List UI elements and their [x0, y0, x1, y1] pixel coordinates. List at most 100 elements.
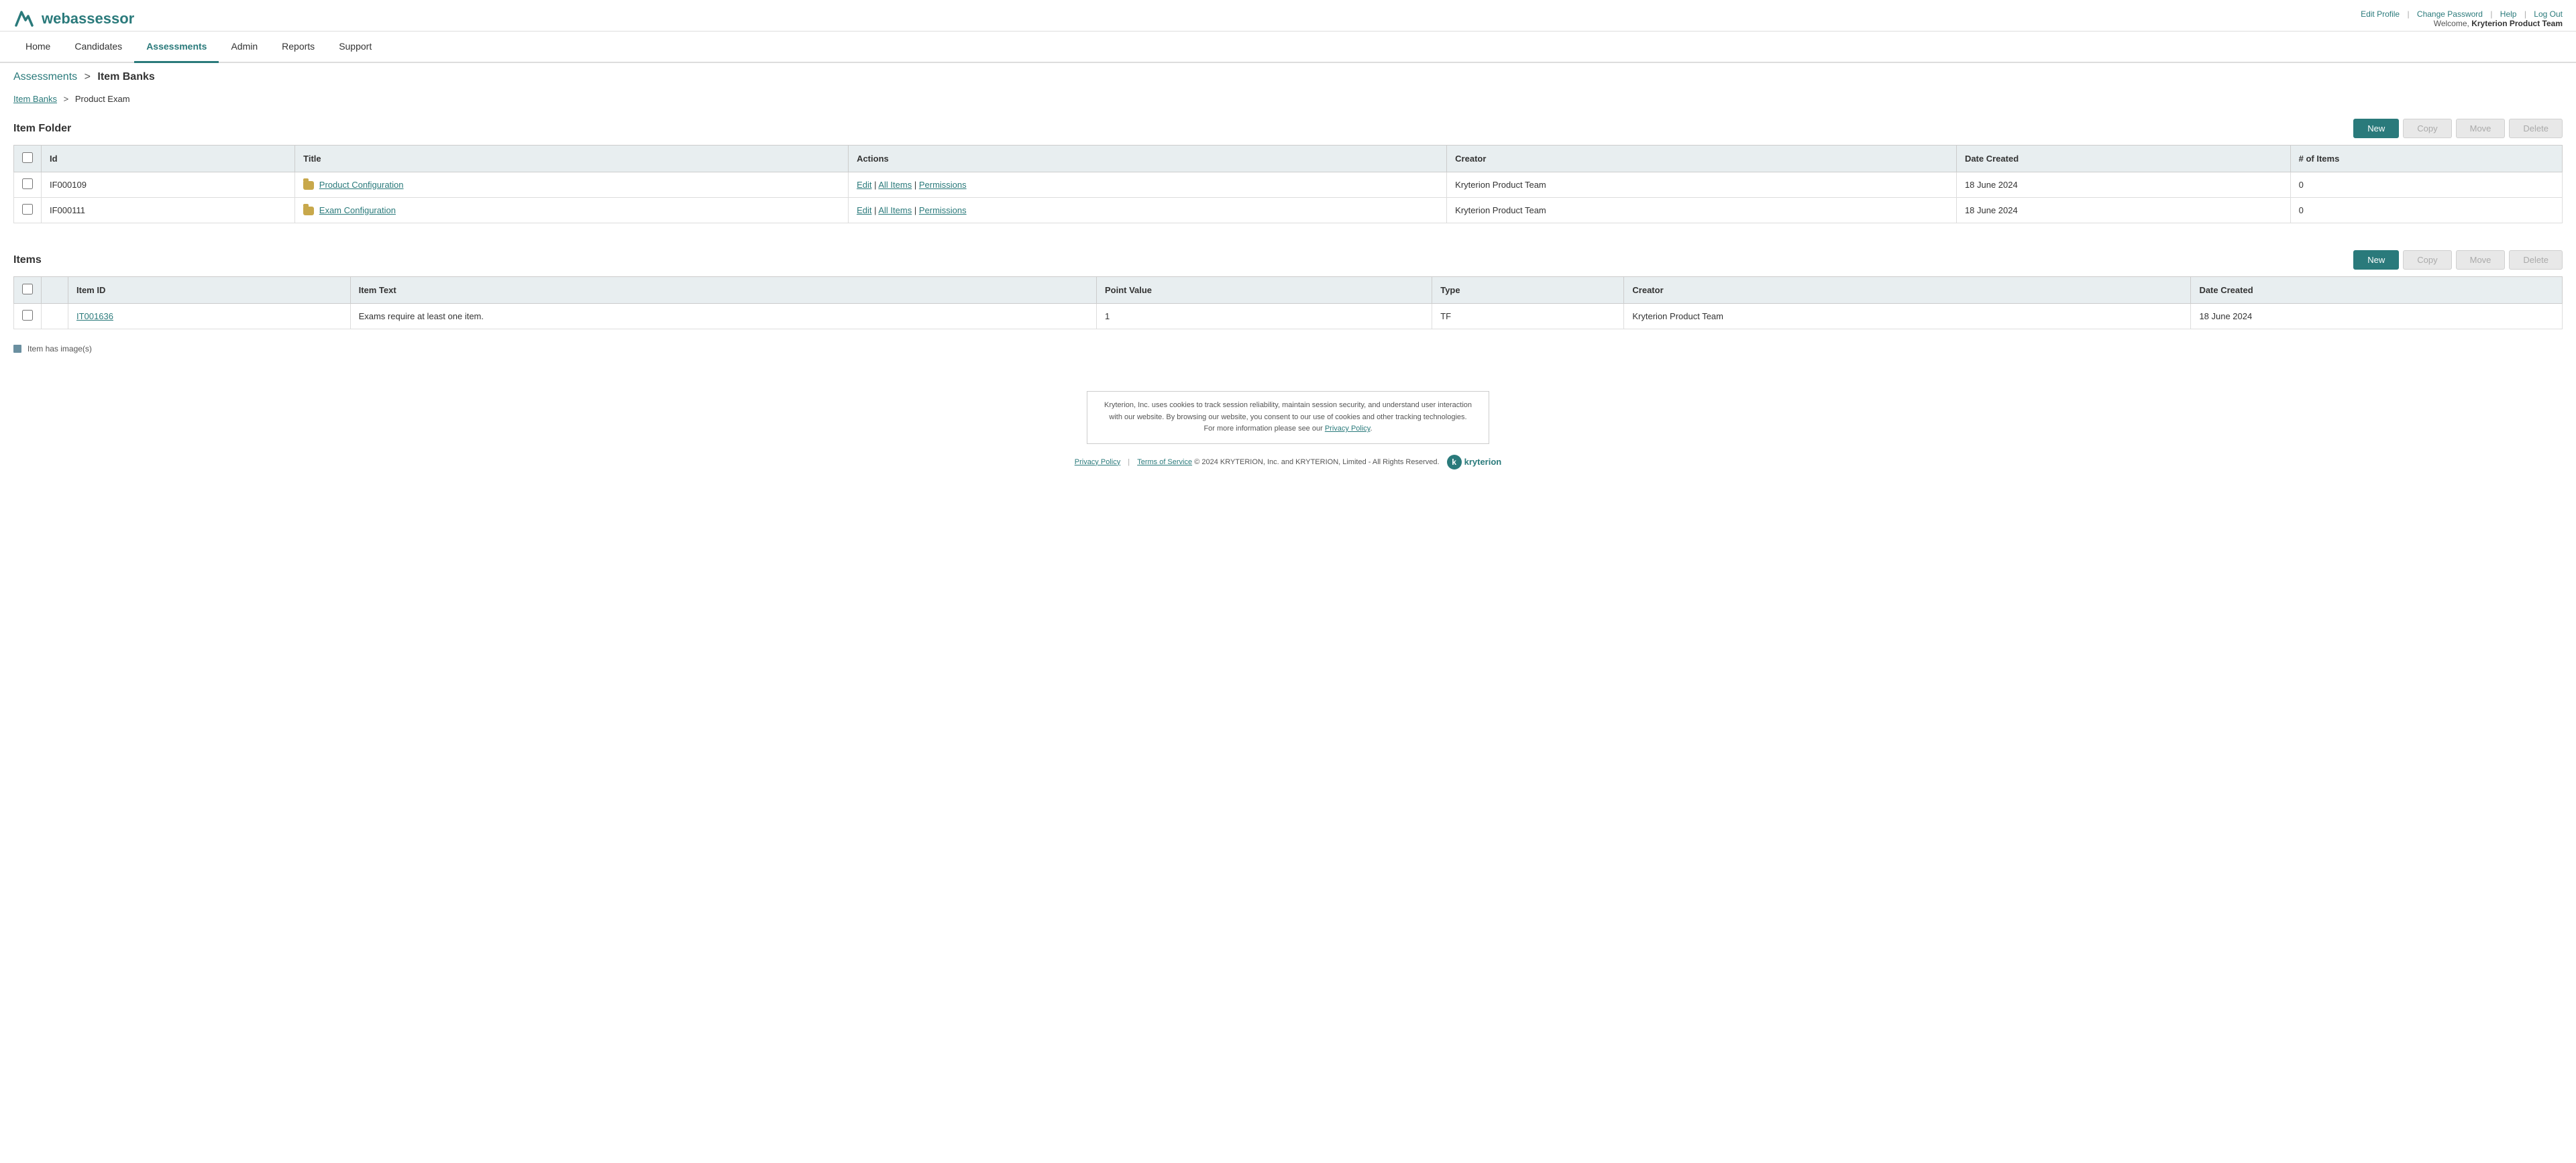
folder-all-items-link-2[interactable]: All Items: [878, 205, 912, 215]
nav-reports[interactable]: Reports: [270, 32, 327, 63]
footer-copyright: © 2024 KRYTERION, Inc. and KRYTERION, Li…: [1194, 458, 1439, 466]
table-row: IT001636 Exams require at least one item…: [14, 304, 2563, 329]
folder-num-items-1: 0: [2290, 172, 2562, 198]
top-bar: webassessor Edit Profile | Change Passwo…: [0, 0, 2576, 32]
item-folder-section: Item Folder New Copy Move Delete Id Titl…: [0, 112, 2576, 243]
folder-permissions-link-2[interactable]: Permissions: [919, 205, 967, 215]
item-date-cell: 18 June 2024: [2191, 304, 2563, 329]
logo: webassessor: [13, 7, 134, 31]
items-new-button[interactable]: New: [2353, 250, 2399, 270]
folder-icon: [303, 181, 314, 190]
folder-all-items-link-1[interactable]: All Items: [878, 180, 912, 190]
col-actions: Actions: [849, 146, 1447, 172]
items-header: Items New Copy Move Delete: [13, 250, 2563, 270]
item-folder-table: Id Title Actions Creator Date Created # …: [13, 145, 2563, 223]
kryterion-logo: k kryterion: [1447, 455, 1502, 469]
sub-breadcrumb-item-banks[interactable]: Item Banks: [13, 94, 57, 104]
help-link[interactable]: Help: [2500, 9, 2517, 19]
folder-permissions-link-1[interactable]: Permissions: [919, 180, 967, 190]
folder-edit-link-2[interactable]: Edit: [857, 205, 871, 215]
footer: Kryterion, Inc. uses cookies to track se…: [0, 380, 2576, 480]
welcome-message: Welcome, Kryterion Product Team: [2361, 19, 2563, 28]
items-col-item-text: Item Text: [350, 277, 1096, 304]
item-point-value-cell: 1: [1096, 304, 1432, 329]
folder-actions-2: Edit | All Items | Permissions: [849, 198, 1447, 223]
sub-breadcrumb-current: Product Exam: [75, 94, 130, 104]
table-row: IF000111 Exam Configuration Edit | All I…: [14, 198, 2563, 223]
item-folder-buttons: New Copy Move Delete: [2353, 119, 2563, 138]
folder-num-items-2: 0: [2290, 198, 2562, 223]
table-row: IF000109 Product Configuration Edit | Al…: [14, 172, 2563, 198]
folder-date-1: 18 June 2024: [1956, 172, 2290, 198]
legend-label: Item has image(s): [28, 344, 92, 353]
nav-admin[interactable]: Admin: [219, 32, 270, 63]
nav-assessments[interactable]: Assessments: [134, 32, 219, 63]
item-type-cell: TF: [1432, 304, 1624, 329]
main-nav: Home Candidates Assessments Admin Report…: [0, 32, 2576, 63]
items-copy-button[interactable]: Copy: [2403, 250, 2451, 270]
folder-row-2-checkbox[interactable]: [22, 204, 33, 215]
folder-edit-link-1[interactable]: Edit: [857, 180, 871, 190]
item-folder-move-button[interactable]: Move: [2456, 119, 2506, 138]
item-folder-new-button[interactable]: New: [2353, 119, 2399, 138]
items-table: Item ID Item Text Point Value Type Creat…: [13, 276, 2563, 329]
footer-cookie-notice: Kryterion, Inc. uses cookies to track se…: [1087, 391, 1489, 444]
log-out-link[interactable]: Log Out: [2534, 9, 2563, 19]
item-id-link[interactable]: IT001636: [76, 311, 113, 321]
footer-links: Privacy Policy | Terms of Service © 2024…: [13, 455, 2563, 469]
item-creator-cell: Kryterion Product Team: [1624, 304, 2191, 329]
folder-actions-1: Edit | All Items | Permissions: [849, 172, 1447, 198]
breadcrumb-assessments[interactable]: Assessments: [13, 71, 77, 82]
cookie-text: Kryterion, Inc. uses cookies to track se…: [1104, 401, 1472, 433]
item-row-1-checkbox[interactable]: [22, 310, 33, 321]
folder-icon: [303, 207, 314, 215]
item-folder-title: Item Folder: [13, 123, 71, 135]
items-col-date-created: Date Created: [2191, 277, 2563, 304]
folder-title-link-2[interactable]: Exam Configuration: [319, 205, 396, 215]
select-all-folders-checkbox[interactable]: [22, 152, 33, 163]
nav-home[interactable]: Home: [13, 32, 62, 63]
kryterion-k-icon: k: [1447, 455, 1462, 469]
breadcrumb-current: Item Banks: [97, 71, 154, 82]
col-id: Id: [42, 146, 295, 172]
footer-terms-of-service-link[interactable]: Terms of Service: [1137, 458, 1192, 466]
items-title: Items: [13, 254, 42, 266]
items-col-type: Type: [1432, 277, 1624, 304]
footer-privacy-policy-link[interactable]: Privacy Policy: [1075, 458, 1120, 466]
item-image-cell: [42, 304, 68, 329]
folder-row-1-checkbox[interactable]: [22, 178, 33, 189]
nav-support[interactable]: Support: [327, 32, 384, 63]
folder-id-2: IF000111: [42, 198, 295, 223]
folder-date-2: 18 June 2024: [1956, 198, 2290, 223]
folder-title-link-1[interactable]: Product Configuration: [319, 180, 404, 190]
nav-candidates[interactable]: Candidates: [62, 32, 134, 63]
logo-text: webassessor: [42, 10, 134, 27]
col-date-created: Date Created: [1956, 146, 2290, 172]
items-delete-button[interactable]: Delete: [2509, 250, 2563, 270]
item-id-cell: IT001636: [68, 304, 351, 329]
col-title: Title: [295, 146, 849, 172]
sub-breadcrumb: Item Banks > Product Exam: [0, 91, 2576, 112]
items-col-image: [42, 277, 68, 304]
items-col-creator: Creator: [1624, 277, 2191, 304]
items-section: Items New Copy Move Delete Item ID Item …: [0, 243, 2576, 360]
legend-image-icon: [13, 345, 21, 353]
item-text-cell: Exams require at least one item.: [350, 304, 1096, 329]
kryterion-brand-text: kryterion: [1464, 457, 1502, 467]
folder-title-1: Product Configuration: [295, 172, 849, 198]
logo-icon: [13, 7, 38, 31]
items-col-item-id: Item ID: [68, 277, 351, 304]
items-col-point-value: Point Value: [1096, 277, 1432, 304]
edit-profile-link[interactable]: Edit Profile: [2361, 9, 2400, 19]
folder-id-1: IF000109: [42, 172, 295, 198]
change-password-link[interactable]: Change Password: [2417, 9, 2483, 19]
footer-privacy-policy-cookie-link[interactable]: Privacy Policy: [1325, 425, 1371, 433]
select-all-items-checkbox[interactable]: [22, 284, 33, 294]
item-row-checkbox-cell: [14, 304, 42, 329]
items-col-checkbox: [14, 277, 42, 304]
items-move-button[interactable]: Move: [2456, 250, 2506, 270]
col-num-items: # of Items: [2290, 146, 2562, 172]
item-folder-copy-button[interactable]: Copy: [2403, 119, 2451, 138]
items-buttons: New Copy Move Delete: [2353, 250, 2563, 270]
item-folder-delete-button[interactable]: Delete: [2509, 119, 2563, 138]
